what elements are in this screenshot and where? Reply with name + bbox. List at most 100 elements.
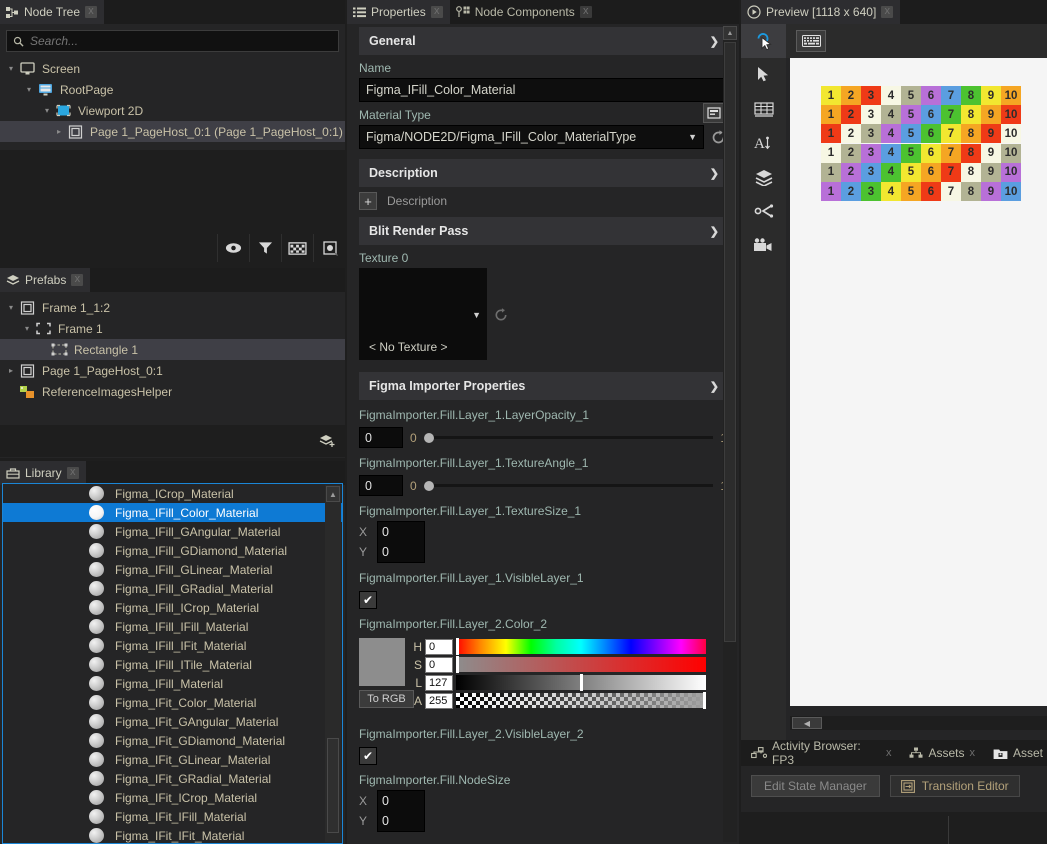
prefab-row-frame1[interactable]: ▾ Frame 1 bbox=[0, 318, 345, 339]
tab-assets[interactable]: Assets x bbox=[905, 746, 979, 760]
node-size-y-input[interactable]: 0 bbox=[378, 814, 389, 828]
pointer-click-icon[interactable] bbox=[741, 24, 786, 58]
visible-layer-2-checkbox[interactable]: ✔ bbox=[359, 747, 377, 765]
transition-editor-button[interactable]: Transition Editor bbox=[890, 775, 1020, 797]
section-blit-render-pass[interactable]: Blit Render Pass ❯ bbox=[359, 217, 729, 245]
tab-library[interactable]: Library x bbox=[0, 461, 86, 485]
add-description-button[interactable]: + bbox=[359, 192, 377, 210]
filter-icon[interactable] bbox=[249, 234, 281, 262]
prefab-row-rectangle1[interactable]: Rectangle 1 bbox=[0, 339, 345, 360]
tab-assets-close[interactable]: x bbox=[969, 747, 975, 759]
expander-icon[interactable]: ▾ bbox=[20, 324, 34, 333]
expander-icon[interactable]: ▾ bbox=[22, 85, 36, 94]
library-list-item[interactable]: Figma_IFit_GAngular_Material bbox=[3, 712, 342, 731]
library-scrollbar[interactable]: ▲ bbox=[325, 485, 341, 842]
section-figma-importer[interactable]: Figma Importer Properties ❯ bbox=[359, 372, 729, 400]
tree-row-rootpage[interactable]: ▾ RootPage bbox=[0, 79, 345, 100]
preview-hscrollbar[interactable]: ◀ bbox=[790, 716, 1047, 730]
library-list-item[interactable]: Figma_IFill_GAngular_Material bbox=[3, 522, 342, 541]
library-list-item[interactable]: Figma_IFill_ICrop_Material bbox=[3, 598, 342, 617]
library-list-item[interactable]: Figma_IFit_ICrop_Material bbox=[3, 788, 342, 807]
tab-prefabs-close[interactable]: x bbox=[71, 274, 83, 286]
tree-row-pagehost[interactable]: ▸ Page 1_PageHost_0:1 (Page 1_PageHost_0… bbox=[0, 121, 345, 142]
luminance-slider[interactable] bbox=[456, 675, 706, 690]
scroll-up-icon[interactable]: ▲ bbox=[326, 486, 340, 502]
reset-texture-icon[interactable] bbox=[493, 307, 509, 323]
hue-slider[interactable] bbox=[456, 639, 706, 654]
layer-opacity-input[interactable]: 0 bbox=[359, 427, 403, 448]
settings-checker-icon[interactable] bbox=[313, 234, 345, 262]
tab-properties[interactable]: Properties x bbox=[347, 0, 450, 24]
add-prefab-icon[interactable] bbox=[319, 433, 337, 449]
name-input[interactable]: Figma_IFill_Color_Material bbox=[359, 78, 727, 102]
chevron-down-icon[interactable]: ❯ bbox=[710, 167, 719, 180]
hue-input[interactable]: 0 bbox=[425, 639, 453, 655]
library-list-item[interactable]: Figma_IFill_ITile_Material bbox=[3, 655, 342, 674]
preview-canvas[interactable]: 1234567891012345678910123456789101234567… bbox=[790, 58, 1047, 706]
expander-icon[interactable]: ▾ bbox=[4, 303, 18, 312]
preview-hscroll-thumb[interactable]: ◀ bbox=[792, 717, 822, 729]
tab-activity-browser-close[interactable]: x bbox=[886, 747, 892, 759]
edit-state-manager-button[interactable]: Edit State Manager bbox=[751, 775, 880, 797]
search-input[interactable] bbox=[30, 34, 332, 48]
chevron-down-icon[interactable]: ❯ bbox=[710, 380, 719, 393]
material-type-browse-button[interactable] bbox=[703, 103, 725, 123]
chevron-down-icon[interactable]: ▼ bbox=[472, 310, 481, 320]
library-list-item[interactable]: Figma_IFit_GDiamond_Material bbox=[3, 731, 342, 750]
expander-icon[interactable]: ▸ bbox=[4, 366, 18, 375]
slider-knob[interactable] bbox=[424, 481, 434, 491]
color-swatch[interactable] bbox=[359, 638, 405, 686]
slider-cursor[interactable] bbox=[456, 656, 459, 673]
prefab-row-pagehost[interactable]: ▸ Page 1_PageHost_0:1 bbox=[0, 360, 345, 381]
tab-library-close[interactable]: x bbox=[67, 467, 79, 479]
properties-scroll-thumb[interactable] bbox=[724, 42, 736, 642]
chevron-down-icon[interactable]: ▼ bbox=[688, 132, 697, 142]
library-list-item[interactable]: Figma_IFit_GRadial_Material bbox=[3, 769, 342, 788]
to-rgb-button[interactable]: To RGB bbox=[359, 690, 414, 708]
node-size-x-input[interactable]: 0 bbox=[378, 794, 389, 808]
library-list-item[interactable]: Figma_IFill_Material bbox=[3, 674, 342, 693]
tab-properties-close[interactable]: x bbox=[431, 6, 443, 18]
texture-angle-slider[interactable] bbox=[424, 484, 714, 487]
eye-icon[interactable] bbox=[217, 234, 249, 262]
table-icon[interactable] bbox=[741, 92, 786, 126]
library-list-item[interactable]: Figma_IFit_Color_Material bbox=[3, 693, 342, 712]
chevron-down-icon[interactable]: ❯ bbox=[710, 35, 719, 48]
node-tree-search[interactable] bbox=[6, 30, 339, 52]
tab-node-components[interactable]: Node Components x bbox=[450, 0, 599, 24]
slider-cursor[interactable] bbox=[703, 692, 706, 709]
library-list-item[interactable]: Figma_IFill_IFill_Material bbox=[3, 617, 342, 636]
luminance-input[interactable]: 127 bbox=[425, 675, 453, 691]
tab-node-tree[interactable]: Node Tree x bbox=[0, 0, 104, 24]
texture-size-y-input[interactable]: 0 bbox=[378, 545, 389, 559]
library-list-item[interactable]: Figma_IFill_GLinear_Material bbox=[3, 560, 342, 579]
tree-row-viewport2d[interactable]: ▾ Viewport 2D bbox=[0, 100, 345, 121]
prefab-row-frame112[interactable]: ▾ Frame 1_1:2 bbox=[0, 297, 345, 318]
library-list-item[interactable]: Figma_IFit_IFill_Material bbox=[3, 807, 342, 826]
cursor-arrow-icon[interactable] bbox=[741, 58, 786, 92]
alpha-input[interactable]: 255 bbox=[425, 693, 453, 709]
tab-prefabs[interactable]: Prefabs x bbox=[0, 268, 90, 292]
alpha-slider[interactable] bbox=[456, 693, 706, 708]
tab-node-components-close[interactable]: x bbox=[580, 6, 592, 18]
camera-icon[interactable] bbox=[741, 228, 786, 262]
library-list-item[interactable]: Figma_IFit_GLinear_Material bbox=[3, 750, 342, 769]
texture-angle-input[interactable]: 0 bbox=[359, 475, 403, 496]
prefab-row-referenceimageshelper[interactable]: ReferenceImagesHelper bbox=[0, 381, 345, 402]
layers-icon[interactable] bbox=[741, 160, 786, 194]
properties-scrollbar[interactable]: ▲ bbox=[723, 26, 737, 842]
tab-preview[interactable]: Preview [1118 x 640] x bbox=[741, 0, 900, 24]
tree-row-screen[interactable]: ▾ Screen bbox=[0, 58, 345, 79]
layer-opacity-slider[interactable] bbox=[424, 436, 714, 439]
text-icon[interactable]: A bbox=[741, 126, 786, 160]
expander-icon[interactable]: ▸ bbox=[52, 127, 66, 136]
texture-size-x-input[interactable]: 0 bbox=[378, 525, 389, 539]
texture0-slot[interactable]: < No Texture > ▼ bbox=[359, 268, 487, 360]
chevron-down-icon[interactable]: ❯ bbox=[710, 225, 719, 238]
expander-icon[interactable]: ▾ bbox=[40, 106, 54, 115]
expander-icon[interactable]: ▾ bbox=[4, 64, 18, 73]
graph-icon[interactable] bbox=[741, 194, 786, 228]
tab-asset[interactable]: Asset bbox=[989, 746, 1047, 760]
slider-cursor[interactable] bbox=[456, 638, 459, 655]
section-general[interactable]: General ❯ bbox=[359, 27, 729, 55]
